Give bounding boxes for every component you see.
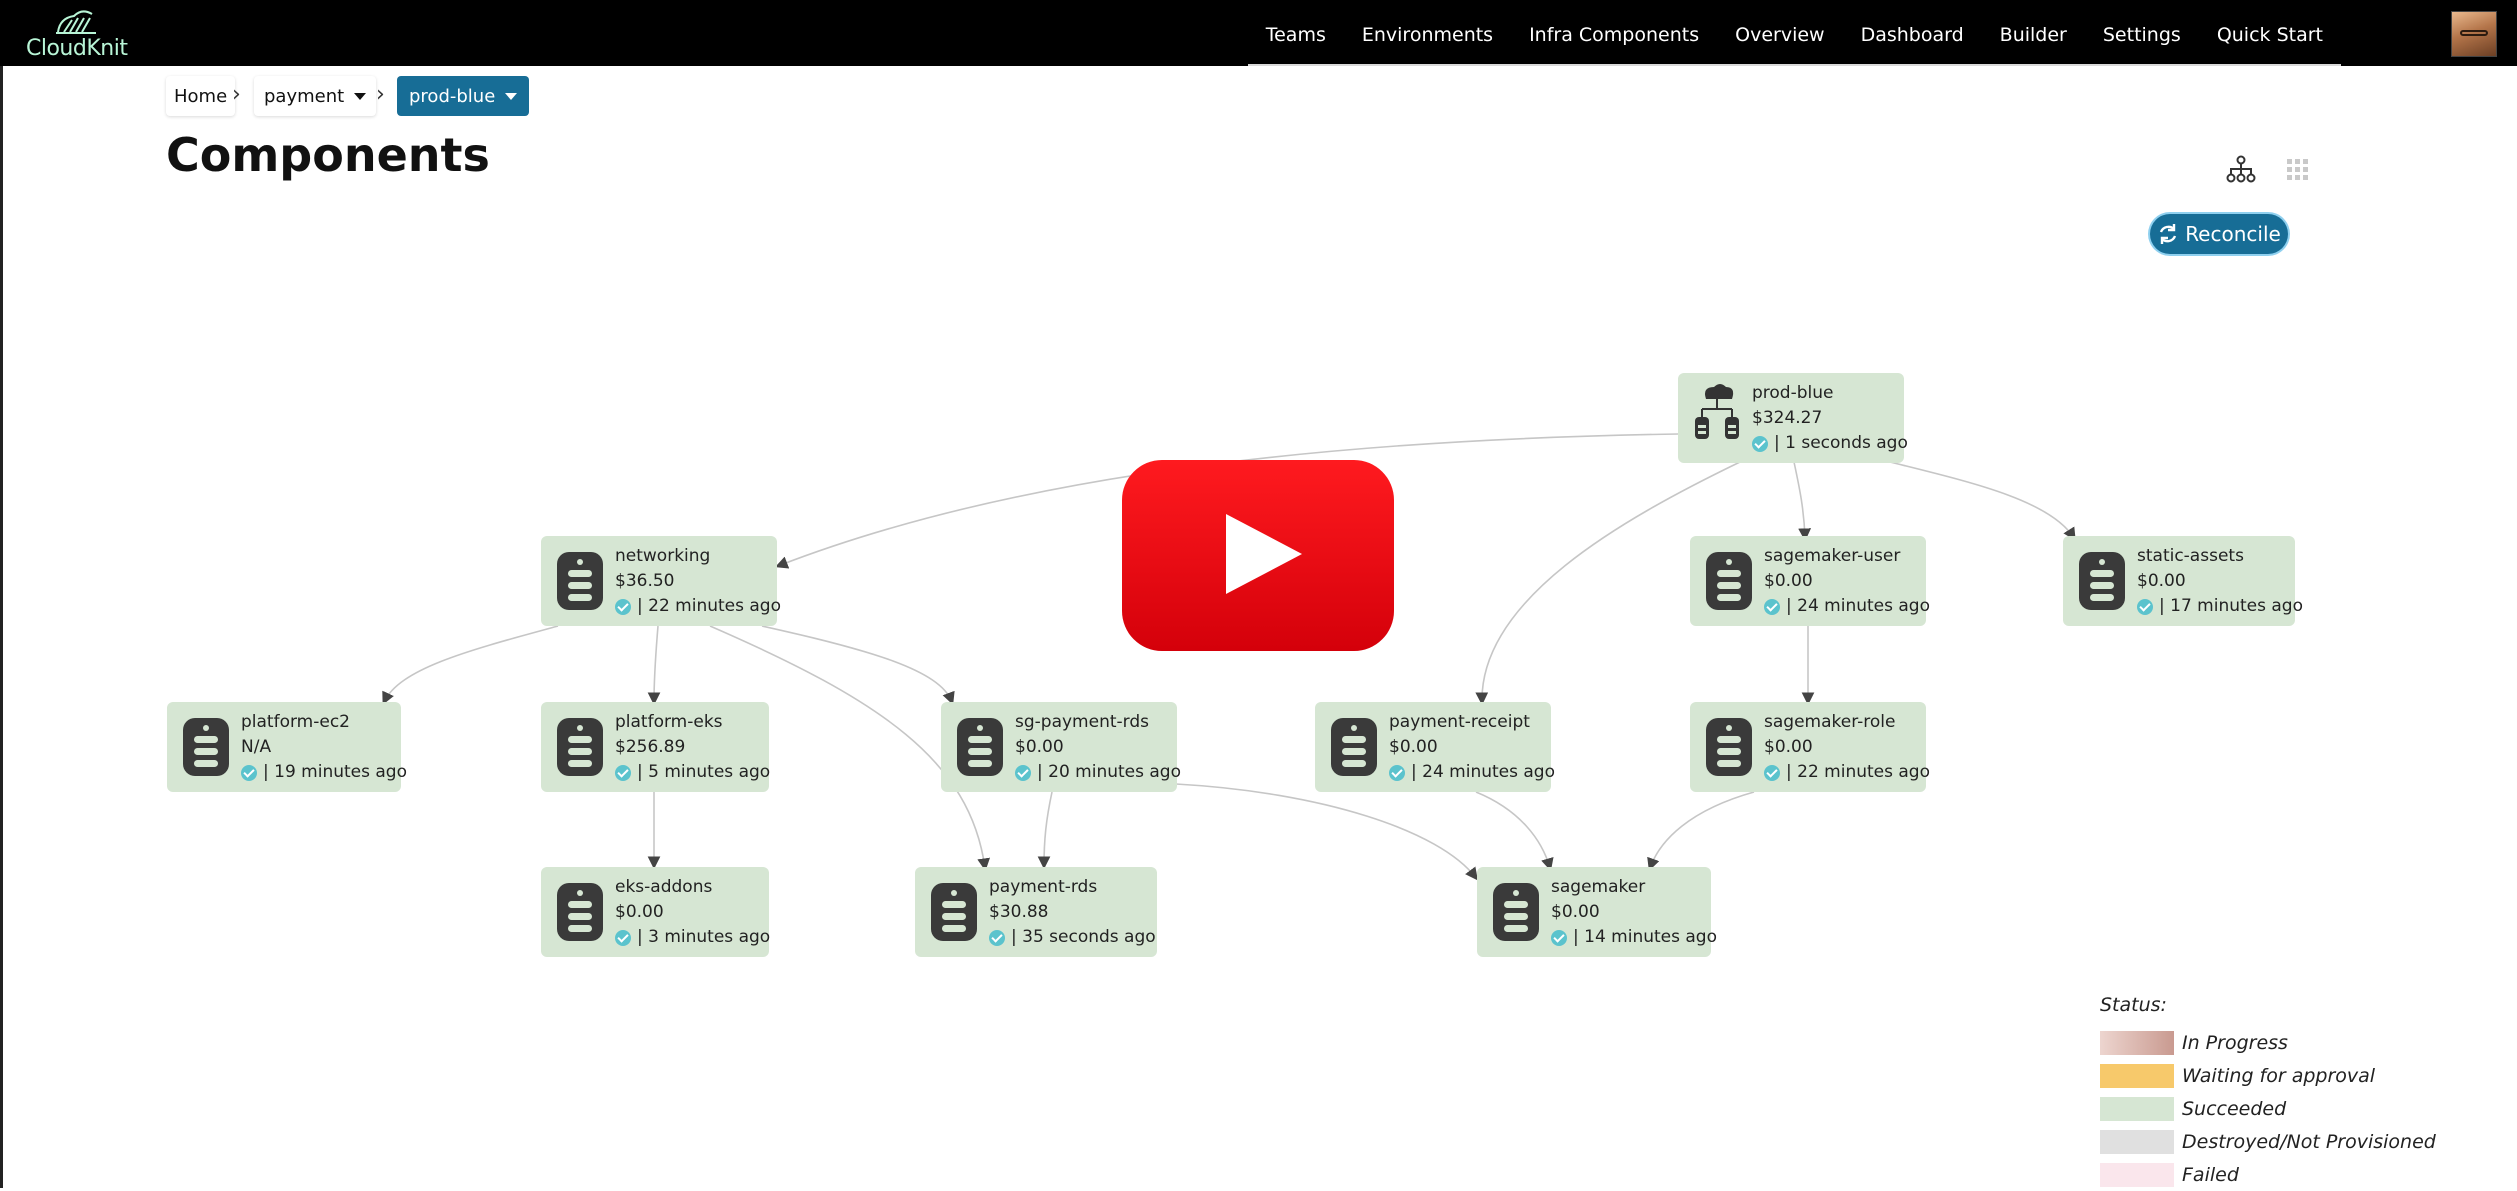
server-icon [2077,550,2127,612]
legend-item: In Progress [2100,1026,2436,1059]
component-name: sagemaker-role [1764,712,1896,732]
component-name: networking [615,546,711,566]
legend-item: Succeeded [2100,1092,2436,1125]
component-name: sg-payment-rds [1015,712,1149,732]
component-name: payment-receipt [1389,712,1530,732]
server-icon [1491,881,1541,943]
legend-label: Waiting for approval [2182,1064,2376,1087]
component-name: eks-addons [615,877,713,897]
legend-swatch [2100,1096,2174,1121]
status-check-icon [615,764,631,781]
component-cost: $0.00 [1015,737,1064,757]
component-node-platform-eks[interactable]: platform-eks $256.89 | 5 minutes ago [541,702,771,792]
legend-label: Destroyed/Not Provisioned [2182,1130,2436,1153]
component-last-updated: | 20 minutes ago [1037,762,1181,782]
legend-swatch [2100,1162,2174,1187]
status-check-icon [615,598,631,615]
component-node-static-assets[interactable]: static-assets $0.00 | 17 minutes ago [2063,536,2303,626]
status-check-icon [1015,764,1031,781]
component-last-updated: | 3 minutes ago [637,927,771,947]
status-check-icon [615,929,631,946]
legend-swatch [2100,1030,2174,1055]
component-node-platform-ec2[interactable]: platform-ec2 N/A | 19 minutes ago [167,702,407,792]
component-last-updated: | 17 minutes ago [2159,596,2303,616]
server-icon [555,716,605,778]
server-icon [1704,550,1754,612]
legend-item: Waiting for approval [2100,1059,2436,1092]
component-last-updated: | 24 minutes ago [1411,762,1555,782]
component-cost: $36.50 [615,571,675,591]
edge [1647,791,1755,872]
component-cost: $0.00 [615,902,664,922]
component-last-updated: | 5 minutes ago [637,762,771,782]
component-node-prod-blue[interactable]: prod-blue $324.27 | 1 seconds ago [1678,373,1908,463]
component-last-updated: | 14 minutes ago [1573,927,1717,947]
component-node-sg-payment-rds[interactable]: sg-payment-rds $0.00 | 20 minutes ago [941,702,1181,792]
component-node-eks-addons[interactable]: eks-addons $0.00 | 3 minutes ago [541,867,771,957]
component-cost: $256.89 [615,737,686,757]
component-node-payment-receipt[interactable]: payment-receipt $0.00 | 24 minutes ago [1315,702,1555,792]
play-icon [1226,514,1302,594]
legend-label: Failed [2182,1163,2239,1186]
component-name: sagemaker [1551,877,1646,897]
edge [1475,791,1554,872]
legend-label: In Progress [2182,1031,2288,1054]
legend-swatch [2100,1063,2174,1088]
component-cost: $0.00 [1551,902,1600,922]
server-icon [555,881,605,943]
legend-item: Failed [2100,1158,2436,1191]
status-check-icon [1389,764,1405,781]
status-check-icon [1764,764,1780,781]
edge [647,625,661,706]
legend-swatch [2100,1129,2174,1154]
server-icon [1704,716,1754,778]
status-check-icon [2137,598,2153,615]
component-cost: $0.00 [1389,737,1438,757]
component-name: static-assets [2137,546,2244,566]
server-icon [929,881,979,943]
component-last-updated: | 24 minutes ago [1786,596,1930,616]
legend-title: Status: [2100,994,2167,1016]
component-node-sagemaker-role[interactable]: sagemaker-role $0.00 | 22 minutes ago [1690,702,1930,792]
status-legend: Status: In Progress Waiting for approval S… [2100,994,2436,1191]
server-icon [1329,716,1379,778]
component-node-sagemaker[interactable]: sagemaker $0.00 | 14 minutes ago [1477,867,1717,957]
component-name: sagemaker-user [1764,546,1901,566]
component-name: platform-ec2 [241,712,350,732]
edge [1037,791,1053,870]
status-check-icon [1551,929,1567,946]
component-name: platform-eks [615,712,723,732]
component-last-updated: | 19 minutes ago [263,762,407,782]
component-node-sagemaker-user[interactable]: sagemaker-user $0.00 | 24 minutes ago [1690,536,1930,626]
component-cost: $0.00 [1764,571,1813,591]
status-check-icon [241,764,257,781]
legend-item: Destroyed/Not Provisioned [2100,1125,2436,1158]
status-check-icon [1752,435,1768,452]
component-name: payment-rds [989,877,1098,897]
server-icon [181,716,231,778]
component-last-updated: | 22 minutes ago [1786,762,1930,782]
component-cost: N/A [241,737,272,757]
component-cost: $0.00 [2137,571,2186,591]
component-node-networking[interactable]: networking $36.50 | 22 minutes ago [541,536,781,626]
component-cost: $30.88 [989,902,1049,922]
cloud-network-icon [1692,381,1742,443]
component-last-updated: | 35 seconds ago [1011,927,1156,947]
component-cost: $324.27 [1752,408,1823,428]
status-check-icon [989,929,1005,946]
component-last-updated: | 22 minutes ago [637,596,781,616]
component-node-payment-rds[interactable]: payment-rds $30.88 | 35 seconds ago [915,867,1157,957]
component-name: prod-blue [1752,383,1834,403]
video-play-button[interactable] [1122,460,1394,651]
edge [1793,461,1812,542]
component-cost: $0.00 [1764,737,1813,757]
status-check-icon [1764,598,1780,615]
edge [1175,783,1478,881]
server-icon [555,550,605,612]
edge [1889,461,2076,541]
legend-label: Succeeded [2182,1097,2287,1120]
component-last-updated: | 1 seconds ago [1774,433,1908,453]
edge [382,625,559,705]
server-icon [955,716,1005,778]
